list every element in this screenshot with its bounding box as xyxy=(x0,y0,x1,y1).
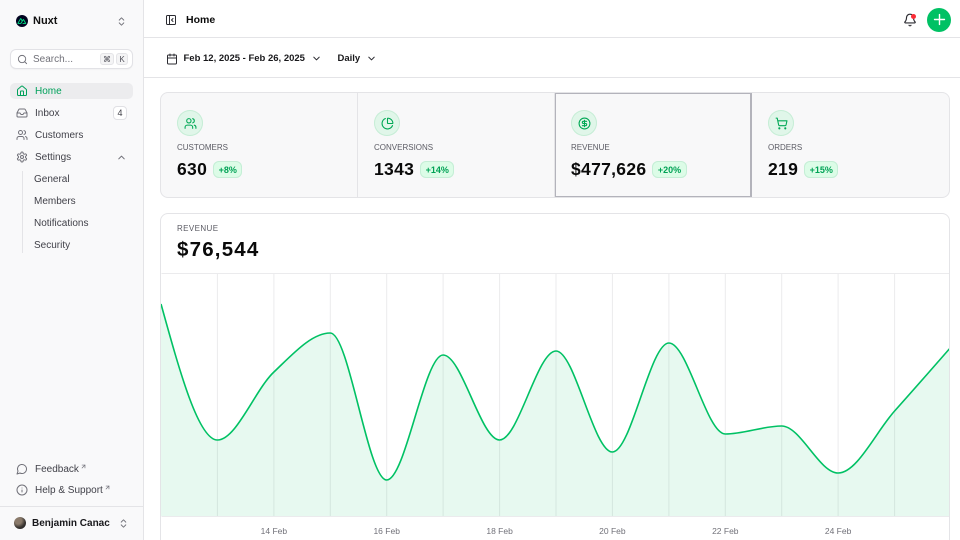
svg-text:18 Feb: 18 Feb xyxy=(486,526,513,536)
svg-text:22 Feb: 22 Feb xyxy=(712,526,739,536)
svg-text:16 Feb: 16 Feb xyxy=(373,526,400,536)
svg-text:20 Feb: 20 Feb xyxy=(599,526,626,536)
svg-text:14 Feb: 14 Feb xyxy=(261,526,288,536)
svg-text:24 Feb: 24 Feb xyxy=(825,526,852,536)
